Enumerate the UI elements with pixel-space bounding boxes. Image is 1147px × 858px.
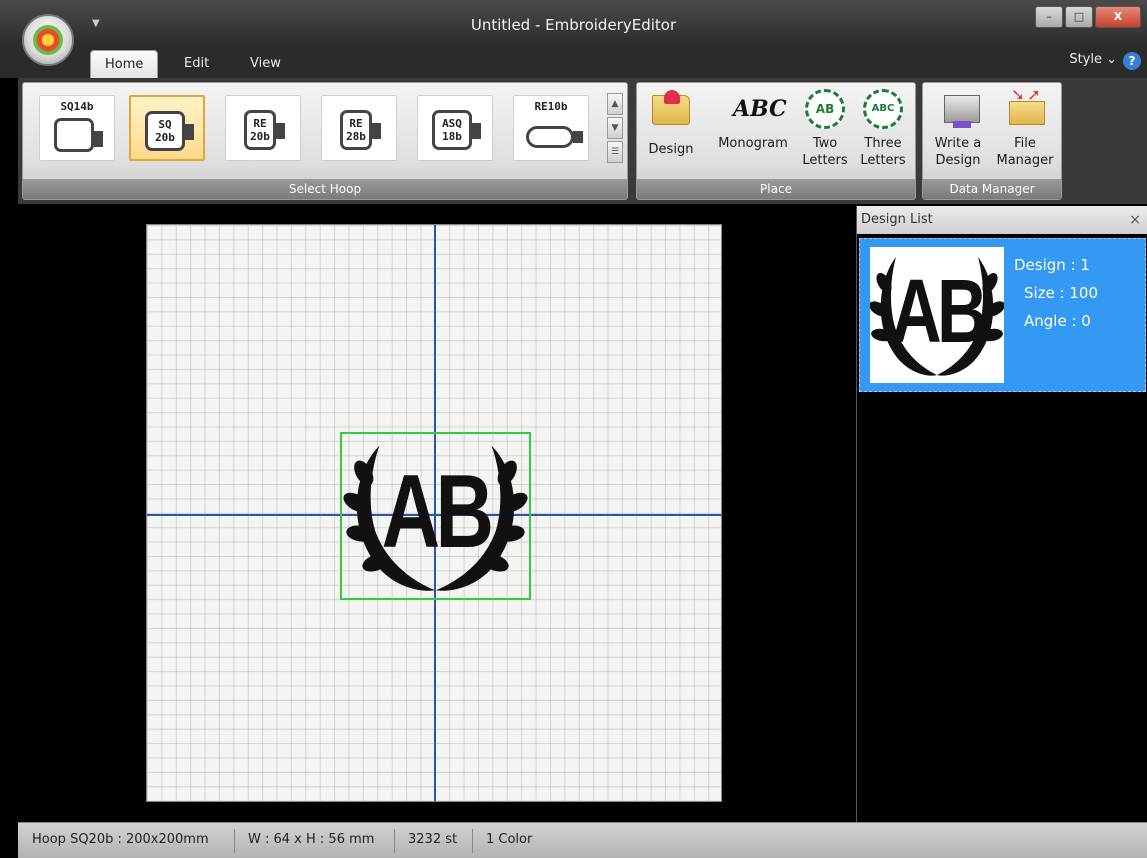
ribbon-tab-bar: Home Edit View — [0, 46, 1147, 78]
application-menu-button[interactable] — [22, 14, 74, 66]
hoop-label: SQ 20b — [155, 118, 175, 144]
hoop-re10b[interactable]: RE10b — [513, 95, 589, 161]
place-design-button[interactable]: Design — [643, 89, 699, 158]
three-letters-button[interactable]: ABC Three Letters — [853, 89, 913, 169]
selected-design[interactable]: AB — [340, 432, 531, 600]
three-letters-label: Three Letters — [860, 136, 906, 168]
file-manager-folder-icon: ➘ ➚ — [1005, 87, 1045, 129]
close-button[interactable]: X — [1095, 6, 1141, 28]
write-design-label: Write a Design — [934, 136, 982, 168]
write-design-button[interactable]: Write a Design — [927, 89, 989, 169]
hoop-gallery-scroll: ▲ ▼ ☰ — [607, 93, 623, 165]
hoop-frame-icon — [54, 118, 103, 152]
tab-edit[interactable]: Edit — [170, 50, 223, 78]
hoop-frame-icon: ASQ 18b — [432, 110, 481, 150]
hoop-label: RE10b — [534, 100, 568, 113]
data-manager-group: Write a Design ➘ ➚ File Manager Data Man… — [922, 82, 1062, 200]
help-icon[interactable]: ? — [1123, 52, 1141, 70]
design-list-item[interactable]: AB Design : 1 Size : 100 Angle : 0 — [859, 238, 1146, 392]
hoop-label: SQ14b — [60, 100, 94, 113]
hoop-asq18b[interactable]: ASQ 18b — [417, 95, 493, 161]
hoop-re20b[interactable]: RE 20b — [225, 95, 301, 161]
editing-canvas[interactable]: AB — [18, 204, 850, 822]
thumbnail-monogram: AB — [890, 262, 988, 362]
title-bar: ▼ Untitled - EmbroideryEditor – □ X — [0, 0, 1147, 46]
hoop-sq20b[interactable]: SQ 20b — [129, 95, 205, 161]
design-folder-icon — [651, 90, 691, 135]
tab-view[interactable]: View — [236, 50, 295, 78]
tab-home[interactable]: Home — [90, 50, 159, 78]
status-bar: Hoop SQ20b : 200x200mm W : 64 x H : 56 m… — [18, 822, 1147, 858]
hoop-re28b[interactable]: RE 28b — [321, 95, 397, 161]
window-controls: – □ X — [1035, 6, 1141, 28]
design-list-panel: Design List × AB Design : 1 Size : 100 A… — [856, 206, 1147, 822]
two-letters-wreath-icon: AB — [805, 89, 845, 129]
hoop-grid[interactable]: AB — [146, 224, 722, 802]
hoop-frame-icon: SQ 20b — [145, 111, 194, 151]
three-letters-wreath-icon: ABC — [863, 89, 903, 129]
minimize-button[interactable]: – — [1035, 6, 1063, 28]
window-title: Untitled - EmbroideryEditor — [470, 16, 677, 34]
design-list-header: Design List × — [857, 206, 1147, 234]
hoop-label: RE 28b — [346, 117, 366, 143]
gallery-scroll-down-button[interactable]: ▼ — [607, 117, 623, 139]
two-letters-label: Two Letters — [802, 136, 848, 168]
monogram-letters: AB — [381, 454, 494, 570]
status-stitch-count: 3232 st — [408, 832, 458, 847]
status-divider — [472, 829, 473, 853]
gallery-more-button[interactable]: ☰ — [607, 141, 623, 163]
close-icon[interactable]: × — [1129, 206, 1141, 234]
ribbon-panel: SQ14b SQ 20b RE 20b RE 28b ASQ 18b RE10b… — [18, 78, 1147, 204]
design-number: Design : 1 — [1014, 256, 1090, 274]
file-manager-label: File Manager — [996, 136, 1054, 168]
design-thumbnail: AB — [870, 247, 1004, 383]
gallery-scroll-up-button[interactable]: ▲ — [607, 93, 623, 115]
hoop-label: ASQ 18b — [442, 117, 462, 143]
data-manager-group-label: Data Manager — [923, 179, 1061, 199]
embroidery-machine-icon — [938, 89, 980, 129]
status-color-count: 1 Color — [486, 832, 533, 847]
hoop-frame-icon: RE 28b — [340, 110, 381, 150]
hoop-label: RE 20b — [250, 117, 270, 143]
style-menu[interactable]: Style ⌄ — [1069, 52, 1117, 67]
hoop-frame-icon: RE 20b — [244, 110, 285, 150]
place-design-label: Design — [648, 142, 694, 157]
place-group-label: Place — [637, 179, 915, 199]
two-letters-button[interactable]: AB Two Letters — [799, 89, 851, 169]
hoop-pill-icon — [526, 126, 583, 148]
place-group: Design ABC Monogram AB Two Letters ABC T… — [636, 82, 916, 200]
maximize-button[interactable]: □ — [1065, 6, 1093, 28]
monogram-label: Monogram — [718, 136, 788, 151]
design-angle: Angle : 0 — [1024, 312, 1091, 330]
status-divider — [394, 829, 395, 853]
design-list-title: Design List — [861, 212, 933, 227]
design-info: Design : 1 Size : 100 Angle : 0 — [1014, 251, 1098, 335]
select-hoop-group: SQ14b SQ 20b RE 20b RE 28b ASQ 18b RE10b… — [22, 82, 628, 200]
select-hoop-group-label: Select Hoop — [23, 179, 627, 199]
flower-logo-icon — [33, 25, 63, 55]
status-dimensions: W : 64 x H : 56 mm — [248, 832, 375, 847]
status-hoop: Hoop SQ20b : 200x200mm — [32, 832, 209, 847]
status-divider — [234, 829, 235, 853]
hoop-sq14b[interactable]: SQ14b — [39, 95, 115, 161]
file-manager-button[interactable]: ➘ ➚ File Manager — [991, 87, 1059, 169]
monogram-button[interactable]: ABC Monogram — [709, 89, 797, 152]
monogram-icon: ABC — [733, 96, 787, 122]
design-size: Size : 100 — [1024, 284, 1099, 302]
